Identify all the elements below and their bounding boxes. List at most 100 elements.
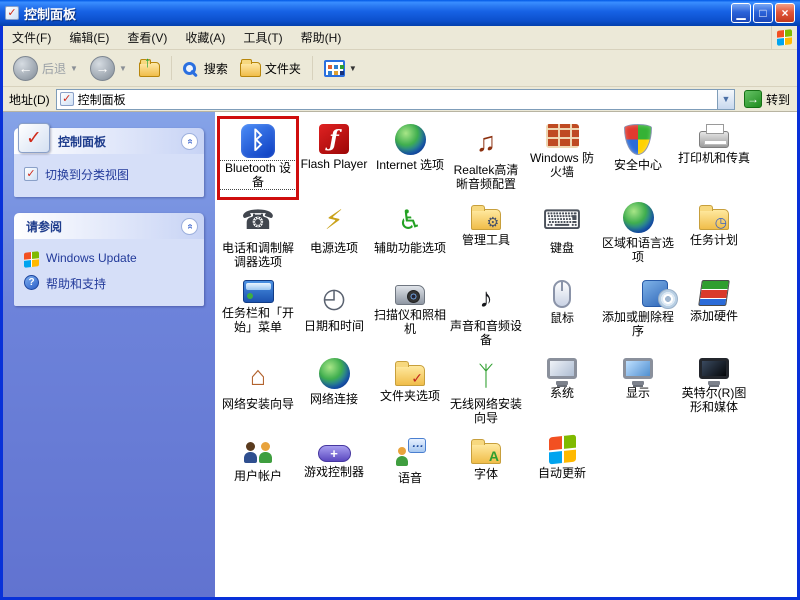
grid-item-windows-firewall[interactable]: Windows 防火墙	[524, 119, 600, 197]
date-and-time-icon: ◴	[322, 282, 346, 313]
grid-item-automatic-updates[interactable]: 自动更新	[524, 431, 600, 509]
grid-item-folder-options[interactable]: ✓ 文件夹选项	[372, 353, 448, 431]
grid-item-label: 添加或删除程序	[601, 310, 674, 338]
power-options-icon: ⚡	[324, 204, 344, 235]
grid-item-keyboard[interactable]: ⌨ 键盘	[524, 197, 600, 275]
address-combo[interactable]: ✓ 控制面板 ▼	[55, 88, 735, 110]
folders-label: 文件夹	[264, 61, 301, 76]
grid-item-label: 扫描仪和照相机	[373, 308, 446, 336]
grid-item-phone-and-modem-options[interactable]: ☎ 电话和调制解调器选项	[220, 197, 296, 275]
grid-item-label: Bluetooth 设备	[219, 160, 297, 190]
grid-item-mouse[interactable]: 鼠标	[524, 275, 600, 353]
grid-item-taskbar-and-start-menu[interactable]: 任务栏和「开始」菜单	[220, 275, 296, 353]
grid-item-internet-options[interactable]: Internet 选项	[372, 119, 448, 197]
grid-item-label: 游戏控制器	[303, 465, 364, 479]
display-icon	[623, 358, 653, 379]
grid-item-label: 打印机和传真	[677, 151, 750, 165]
grid-item-security-center[interactable]: 安全中心	[600, 119, 676, 197]
add-or-remove-programs-icon	[642, 280, 678, 309]
accessibility-options-icon: ♿	[397, 204, 423, 235]
up-button[interactable]: ↑	[135, 54, 164, 79]
grid-item-label: Internet 选项	[375, 158, 445, 172]
menu-item-tools[interactable]: 工具(T)	[234, 26, 291, 49]
forward-button[interactable]: → ▼	[86, 54, 131, 83]
grid-item-label: 系统	[549, 386, 574, 400]
sidebar-panel-see-also: 请参阅 » Windows Update ? 帮助和支持	[14, 213, 204, 306]
grid-item-label: 无线网络安装向导	[449, 397, 522, 425]
grid-item-sounds-and-audio-devices[interactable]: ♪ 声音和音频设备	[448, 275, 524, 353]
maximize-button[interactable]: □	[753, 3, 773, 23]
grid-item-fonts[interactable]: A 字体	[448, 431, 524, 509]
grid-item-label: 键盘	[549, 241, 574, 255]
grid-item-label: 字体	[473, 467, 498, 481]
address-location-icon: ✓	[59, 92, 74, 106]
grid-item-game-controllers[interactable]: + 游戏控制器	[296, 431, 372, 509]
views-dropdown-icon[interactable]: ▼	[349, 64, 357, 73]
views-button[interactable]: ▼	[320, 58, 361, 79]
grid-item-label: 电源选项	[309, 241, 358, 255]
folders-button[interactable]: 文件夹	[236, 57, 305, 79]
grid-item-system[interactable]: 系统	[524, 353, 600, 431]
user-accounts-icon	[241, 436, 275, 466]
grid-item-wireless-network-setup-wizard[interactable]: ᛉ 无线网络安装向导	[448, 353, 524, 431]
back-button[interactable]: ← 后退 ▼	[9, 54, 82, 83]
panel-header-control-panel[interactable]: ✓ 控制面板 »	[14, 123, 204, 154]
search-button[interactable]: 搜索	[179, 58, 232, 79]
menu-item-view[interactable]: 查看(V)	[118, 26, 176, 49]
panel-header-see-also[interactable]: 请参阅 »	[14, 213, 204, 239]
category-view-icon: ✓	[24, 167, 38, 181]
intel-graphics-and-media-icon	[699, 358, 729, 379]
menu-item-help[interactable]: 帮助(H)	[292, 26, 351, 49]
grid-item-add-hardware[interactable]: 添加硬件	[676, 275, 752, 353]
grid-item-administrative-tools[interactable]: ⚙ 管理工具	[448, 197, 524, 275]
grid-item-label: 区域和语言选项	[601, 236, 674, 264]
minimize-button[interactable]: ▁	[731, 3, 751, 23]
sidebar-item-help-and-support[interactable]: ? 帮助和支持	[22, 271, 196, 296]
chevron-up-icon[interactable]: »	[181, 217, 198, 235]
grid-item-flash-player[interactable]: ƒ Flash Player	[296, 119, 372, 197]
search-icon	[182, 61, 196, 75]
sidebar-item-label: 切换到分类视图	[45, 168, 130, 182]
grid-item-scanners-and-cameras[interactable]: 扫描仪和照相机	[372, 275, 448, 353]
grid-item-label: 日期和时间	[303, 319, 364, 333]
titlebar[interactable]: ✓ 控制面板 ▁ □ ×	[0, 0, 800, 26]
grid-item-scheduled-tasks[interactable]: ◷ 任务计划	[676, 197, 752, 275]
address-value: 控制面板	[77, 92, 126, 107]
sidebar-item-windows-update[interactable]: Windows Update	[22, 247, 196, 271]
grid-item-power-options[interactable]: ⚡ 电源选项	[296, 197, 372, 275]
back-icon: ←	[13, 55, 38, 81]
grid-item-network-setup-wizard[interactable]: ⌂ 网络安装向导	[220, 353, 296, 431]
menu-item-edit[interactable]: 编辑(E)	[60, 26, 118, 49]
menu-item-favorites[interactable]: 收藏(A)	[176, 26, 234, 49]
grid-item-date-and-time[interactable]: ◴ 日期和时间	[296, 275, 372, 353]
sidebar-item-label: Windows Update	[46, 251, 137, 265]
menu-item-file[interactable]: 文件(F)	[3, 26, 60, 49]
grid-item-network-connections[interactable]: 网络连接	[296, 353, 372, 431]
go-button[interactable]: → 转到	[741, 89, 793, 109]
toolbar-separator	[170, 56, 172, 80]
grid-item-intel-graphics-and-media[interactable]: 英特尔(R)图形和媒体	[676, 353, 752, 431]
printers-and-faxes-icon	[699, 124, 729, 148]
grid-item-speech[interactable]: 语音	[372, 431, 448, 509]
grid-item-accessibility-options[interactable]: ♿ 辅助功能选项	[372, 197, 448, 275]
keyboard-icon: ⌨	[542, 204, 582, 235]
grid-item-regional-and-language-options[interactable]: 区域和语言选项	[600, 197, 676, 275]
windows-firewall-icon	[545, 124, 579, 148]
sidebar-item-switch-to-category-view[interactable]: ✓ 切换到分类视图	[22, 162, 196, 187]
grid-item-user-accounts[interactable]: 用户帐户	[220, 431, 296, 509]
address-dropdown-button[interactable]: ▼	[716, 89, 734, 109]
grid-item-printers-and-faxes[interactable]: 打印机和传真	[676, 119, 752, 197]
grid-item-label: 文件夹选项	[379, 389, 440, 403]
security-center-icon	[624, 124, 652, 155]
grid-item-add-or-remove-programs[interactable]: 添加或删除程序	[600, 275, 678, 353]
grid-item-display[interactable]: 显示	[600, 353, 676, 431]
back-dropdown-icon[interactable]: ▼	[70, 64, 78, 73]
grid-item-bluetooth-devices[interactable]: ᛒ Bluetooth 设备	[217, 116, 299, 200]
search-label: 搜索	[203, 61, 228, 76]
forward-dropdown-icon[interactable]: ▼	[119, 64, 127, 73]
toolbar: ← 后退 ▼ → ▼ ↑ 搜索 文件夹 ▼	[3, 50, 797, 87]
close-button[interactable]: ×	[775, 3, 795, 23]
chevron-up-icon[interactable]: »	[181, 132, 198, 150]
grid-item-realtek-hd-audio-config[interactable]: ♫ Realtek高清晰音频配置	[448, 119, 524, 197]
control-panel-icon: ✓	[18, 123, 50, 153]
